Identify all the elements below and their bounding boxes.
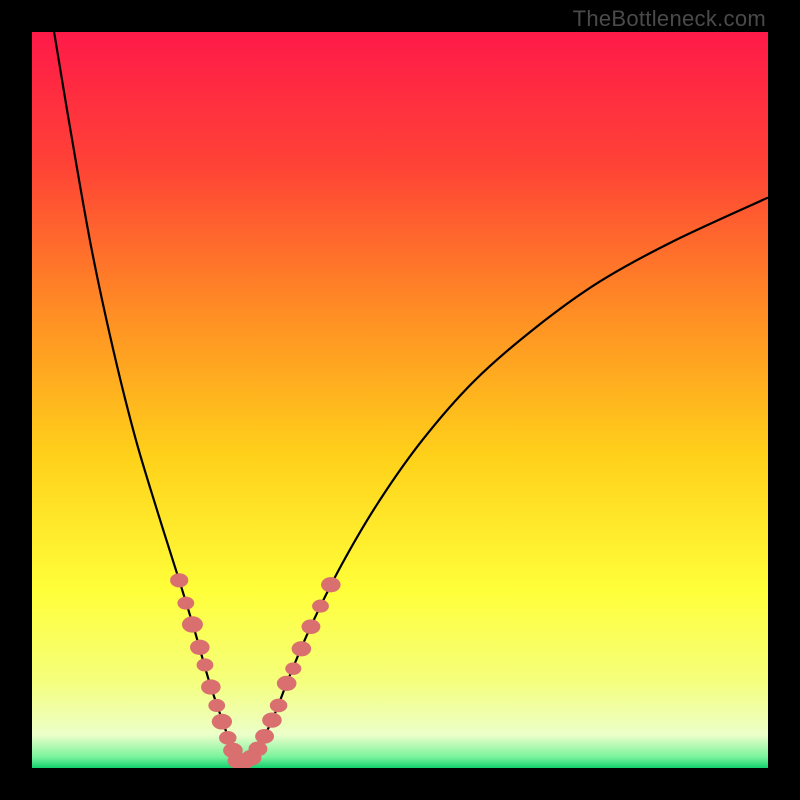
bead	[255, 729, 274, 744]
bead	[208, 699, 225, 712]
bead	[201, 679, 221, 694]
bead	[190, 640, 210, 655]
bead	[170, 573, 188, 587]
curve-layer	[32, 32, 768, 768]
bead	[302, 619, 321, 634]
chart-frame: TheBottleneck.com	[0, 0, 800, 800]
bead	[270, 699, 287, 713]
bead-group	[170, 573, 340, 768]
bead	[177, 597, 194, 610]
watermark-text: TheBottleneck.com	[573, 6, 766, 32]
bead	[182, 616, 203, 632]
plot-area	[32, 32, 768, 768]
bead	[321, 577, 341, 592]
bottleneck-curve	[54, 32, 768, 763]
bead	[197, 658, 214, 671]
bead	[262, 713, 282, 728]
bead	[277, 676, 297, 691]
bead	[285, 662, 301, 675]
bead	[212, 714, 232, 730]
bead	[312, 600, 329, 613]
bead	[219, 731, 236, 745]
bead	[292, 641, 312, 656]
